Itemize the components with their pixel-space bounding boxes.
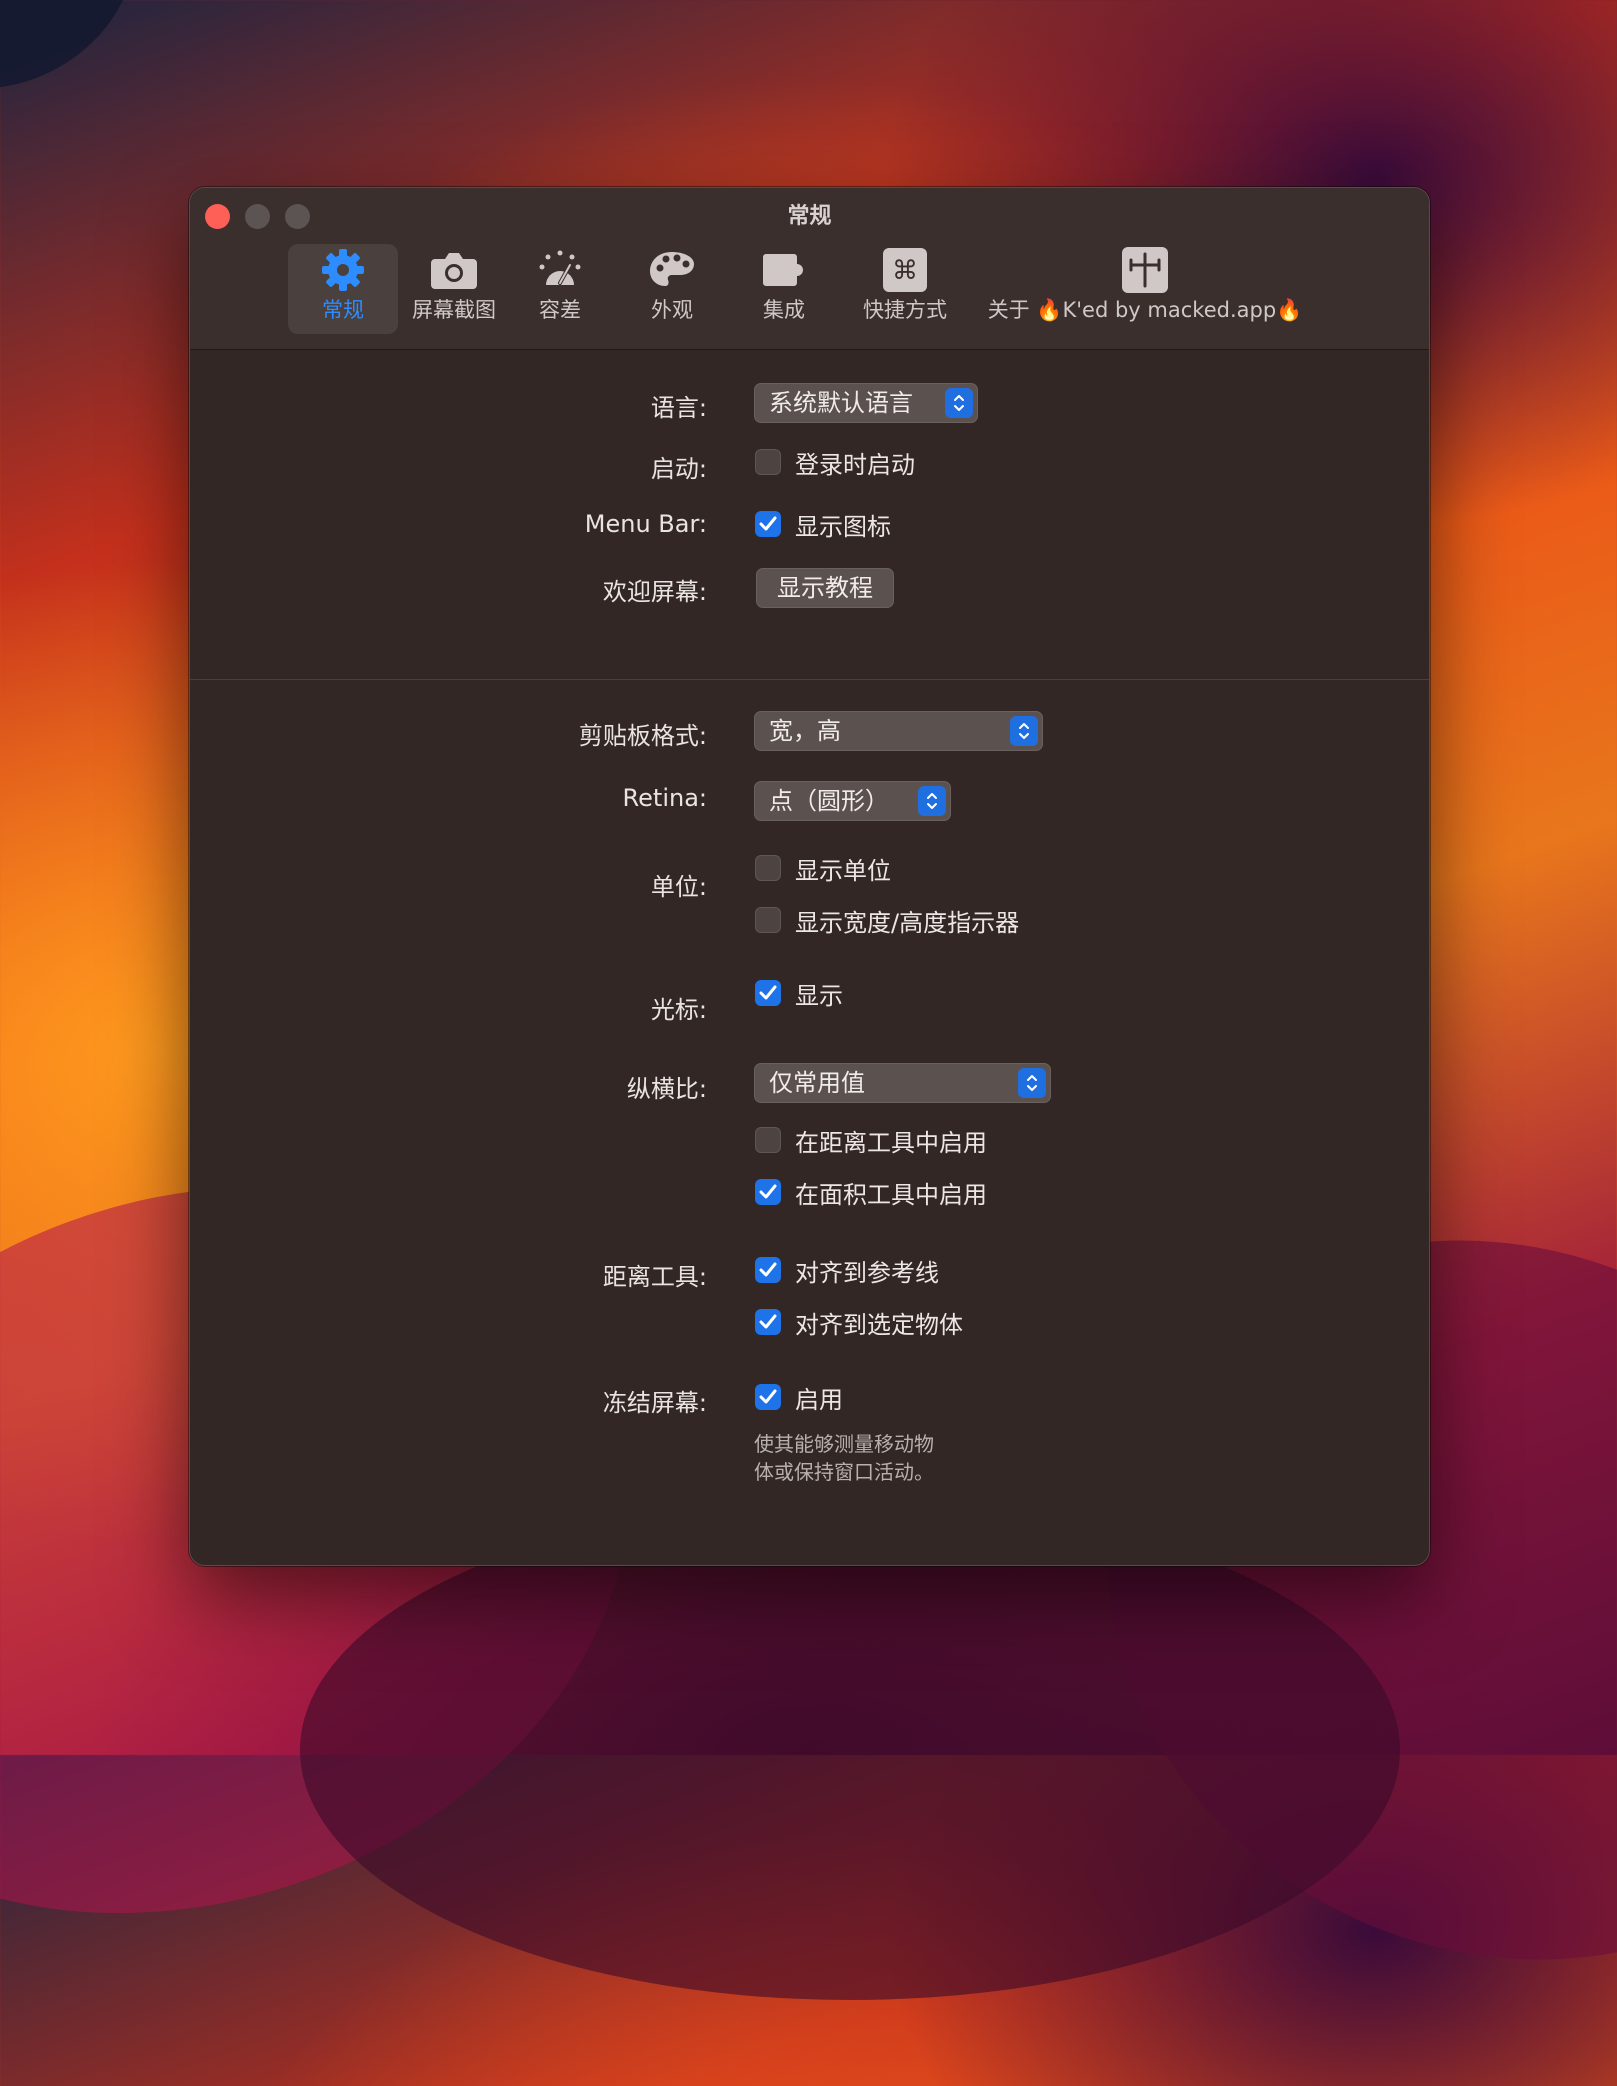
aspect-ratio-popup[interactable]: 仅常用值	[754, 1063, 1051, 1103]
distance-tool-label: 距离工具:	[602, 1263, 707, 1291]
tab-screenshot[interactable]: 屏幕截图	[402, 244, 506, 334]
freeze-screen-label: 冻结屏幕:	[602, 1389, 707, 1417]
show-menubar-icon-row[interactable]: 显示图标	[755, 508, 891, 541]
cursor-label: 光标:	[650, 996, 707, 1024]
show-size-indicator-checkbox[interactable]	[755, 907, 781, 933]
tab-about[interactable]: 关于 🔥K'ed by macked.app🔥	[980, 244, 1310, 334]
show-cursor-checkbox[interactable]	[755, 980, 781, 1006]
tab-tolerance[interactable]: 容差	[520, 244, 600, 334]
freeze-enable-label: 启用	[795, 1385, 843, 1414]
snap-guides-row[interactable]: 对齐到参考线	[755, 1254, 939, 1287]
retina-label: Retina:	[622, 784, 707, 812]
show-cursor-row[interactable]: 显示	[755, 977, 843, 1010]
show-menubar-icon-checkbox[interactable]	[755, 511, 781, 537]
tolerance-dial-icon	[520, 244, 600, 296]
svg-text:⌘: ⌘	[892, 256, 918, 286]
tab-label: 容差	[539, 298, 581, 322]
freeze-enable-row[interactable]: 启用	[755, 1381, 843, 1414]
show-tutorial-button[interactable]: 显示教程	[756, 568, 894, 608]
popup-stepper-icon	[945, 388, 973, 418]
palette-icon	[632, 244, 712, 296]
popup-stepper-icon	[918, 786, 946, 816]
launch-at-login-checkbox[interactable]	[755, 449, 781, 475]
window-title: 常规	[787, 204, 832, 229]
popup-stepper-icon	[1010, 716, 1038, 746]
startup-label: 启动:	[650, 455, 707, 483]
tab-general[interactable]: 常规	[288, 244, 398, 334]
title-bar: 常规 常规 屏幕截图 容差 外观 集成 ⌘ 快捷方式 关于 🔥K'ed by m…	[190, 188, 1429, 350]
freeze-note-line: 使其能够测量移动物	[754, 1432, 934, 1456]
wallpaper-shape	[300, 1500, 1400, 2000]
tab-shortcuts[interactable]: ⌘ 快捷方式	[850, 244, 960, 334]
clipboard-format-label: 剪贴板格式:	[578, 722, 707, 750]
retina-popup[interactable]: 点（圆形）	[754, 781, 951, 821]
gear-icon	[288, 244, 398, 296]
snap-objects-row[interactable]: 对齐到选定物体	[755, 1306, 963, 1339]
show-size-indicator-row[interactable]: 显示宽度/高度指示器	[755, 904, 1020, 937]
tab-label: 快捷方式	[863, 298, 947, 322]
launch-at-login-row[interactable]: 登录时启动	[755, 446, 915, 479]
language-value: 系统默认语言	[769, 389, 913, 417]
popup-stepper-icon	[1018, 1068, 1046, 1098]
aspect-ratio-label: 纵横比:	[626, 1075, 707, 1103]
retina-value: 点（圆形）	[769, 787, 889, 815]
language-popup[interactable]: 系统默认语言	[754, 383, 978, 423]
aspect-distance-row[interactable]: 在距离工具中启用	[755, 1124, 987, 1157]
aspect-distance-label: 在距离工具中启用	[795, 1128, 987, 1157]
camera-icon	[402, 244, 506, 296]
command-key-icon: ⌘	[850, 244, 960, 296]
tab-label: 外观	[651, 298, 693, 322]
show-size-indicator-label: 显示宽度/高度指示器	[795, 908, 1020, 937]
tab-appearance[interactable]: 外观	[632, 244, 712, 334]
tab-label: 常规	[322, 298, 364, 322]
snap-objects-checkbox[interactable]	[755, 1309, 781, 1335]
ruler-cursor-icon	[980, 244, 1310, 296]
snap-objects-label: 对齐到选定物体	[795, 1310, 963, 1339]
aspect-ratio-value: 仅常用值	[769, 1069, 865, 1097]
welcome-screen-label: 欢迎屏幕:	[602, 578, 707, 606]
show-menubar-icon-label: 显示图标	[795, 512, 891, 541]
show-units-row[interactable]: 显示单位	[755, 852, 891, 885]
puzzle-icon	[744, 244, 824, 296]
menubar-label: Menu Bar:	[584, 510, 707, 538]
aspect-area-row[interactable]: 在面积工具中启用	[755, 1176, 987, 1209]
language-label: 语言:	[650, 394, 707, 422]
show-cursor-label: 显示	[795, 981, 843, 1010]
tab-label: 集成	[763, 298, 805, 322]
show-units-label: 显示单位	[795, 856, 891, 885]
clipboard-format-value: 宽，高	[769, 717, 841, 745]
tab-integration[interactable]: 集成	[744, 244, 824, 334]
freeze-note: 使其能够测量移动物 体或保持窗口活动。	[754, 1430, 934, 1486]
tab-label: 屏幕截图	[412, 298, 496, 322]
freeze-note-line: 体或保持窗口活动。	[754, 1460, 934, 1484]
aspect-distance-checkbox[interactable]	[755, 1127, 781, 1153]
units-label: 单位:	[650, 873, 707, 901]
aspect-area-checkbox[interactable]	[755, 1179, 781, 1205]
show-units-checkbox[interactable]	[755, 855, 781, 881]
preferences-window: 常规 常规 屏幕截图 容差 外观 集成 ⌘ 快捷方式 关于 🔥K'ed by m…	[189, 187, 1430, 1566]
clipboard-format-popup[interactable]: 宽，高	[754, 711, 1043, 751]
snap-guides-checkbox[interactable]	[755, 1257, 781, 1283]
wallpaper-shape	[0, 0, 173, 132]
section-divider	[190, 679, 1429, 680]
snap-guides-label: 对齐到参考线	[795, 1258, 939, 1287]
tab-label: 关于 🔥K'ed by macked.app🔥	[987, 298, 1303, 322]
freeze-enable-checkbox[interactable]	[755, 1384, 781, 1410]
preferences-toolbar: 常规 屏幕截图 容差 外观 集成 ⌘ 快捷方式 关于 🔥K'ed by mack…	[190, 244, 1429, 334]
aspect-area-label: 在面积工具中启用	[795, 1180, 987, 1209]
launch-at-login-label: 登录时启动	[795, 450, 915, 479]
